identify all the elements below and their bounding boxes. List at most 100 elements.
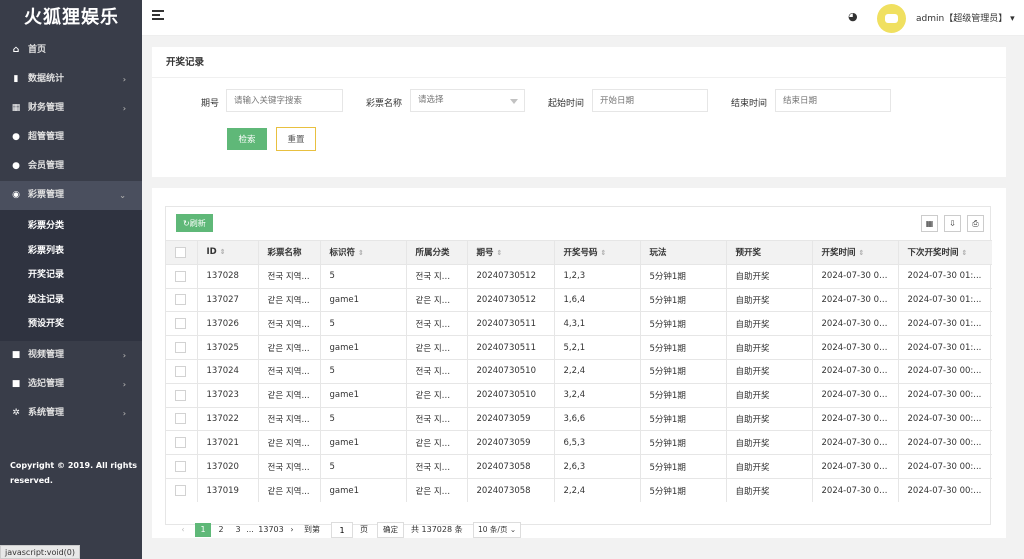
table-cell: 2024-07-30 00:...	[812, 335, 899, 360]
row-checkbox[interactable]	[175, 294, 186, 306]
table-cell: game1	[320, 287, 407, 312]
table-cell: 5分钟1期	[640, 430, 727, 455]
table-row[interactable]: 137022 전국 지역... 5 전국 지역... 2024073059 3,6,6 5分…	[166, 406, 992, 431]
page-suffix: 页	[360, 525, 368, 534]
last-page-button[interactable]: 13703	[258, 523, 284, 537]
table-cell: 自助开奖	[726, 263, 813, 289]
sidebar-item-camera[interactable]: ■ 选妃管理 ›	[0, 370, 142, 399]
sidebar-item-bar-chart[interactable]: ▮ 数据统计 ›	[0, 65, 142, 94]
next-page-button[interactable]: ›	[286, 523, 298, 537]
submenu-item[interactable]: 投注记录	[0, 288, 142, 313]
row-checkbox[interactable]	[175, 342, 186, 354]
row-checkbox[interactable]	[175, 461, 186, 473]
sidebar-nav: ⌂ 首页 ▮ 数据统计 › ▦ 财务管理 › ● 超管管理 ● 会员管理 ◉ 彩票管理 ⌄ 彩票分类 彩票列表开…	[0, 36, 142, 428]
avatar[interactable]	[877, 4, 906, 33]
chevron-icon: ›	[122, 104, 126, 113]
row-select-cell	[166, 454, 198, 479]
column-header[interactable]: 开奖时间 ⇕	[812, 240, 899, 265]
goto-page-input[interactable]	[331, 522, 353, 538]
row-select-cell	[166, 335, 198, 360]
table-row[interactable]: 137024 전국 지역... 5 전국 지역... 20240730510 2,2,4 5…	[166, 358, 992, 384]
home-icon: ⌂	[12, 45, 20, 55]
sort-icon[interactable]: ⇕	[497, 249, 503, 257]
submenu-item[interactable]: 彩票分类	[0, 214, 142, 239]
row-checkbox[interactable]	[175, 365, 186, 377]
table-row[interactable]: 137025 같은 지역... game1 같은 지역... 20240730511 5,…	[166, 335, 992, 360]
row-checkbox[interactable]	[175, 485, 186, 497]
column-header[interactable]: 下次开奖时间 ⇕	[898, 240, 992, 265]
table-cell: 2024-07-30 01:...	[898, 287, 992, 312]
table-row[interactable]: 137019 같은 지역... game1 같은 지역... 2024073058 2,2…	[166, 477, 992, 503]
filter-panel: 开奖记录 期号 彩票名称 请选择 起始时间 结束时间 检索 重置	[152, 47, 1006, 177]
table-row[interactable]: 137023 같은 지역... game1 같은 지역... 20240730510 3,…	[166, 382, 992, 408]
table-cell: game1	[320, 430, 407, 455]
table-cell: 20240730512	[467, 263, 555, 289]
page-3-button[interactable]: 3	[232, 523, 244, 537]
table-cell: game1	[320, 382, 407, 408]
column-header[interactable]: 期号 ⇕	[467, 240, 555, 265]
refresh-icon: ↻	[183, 218, 190, 228]
sidebar-item-gear[interactable]: ✲ 系统管理 ›	[0, 399, 142, 428]
end-date-input[interactable]	[775, 89, 891, 112]
per-page-select[interactable]: 10 条/页 ⌄	[473, 522, 522, 538]
table-cell: 같은 지역...	[406, 335, 468, 360]
page-1-button[interactable]: 1	[195, 523, 211, 537]
sidebar-item-video[interactable]: ■ 视频管理 ›	[0, 341, 142, 370]
refresh-button[interactable]: ↻刷新	[176, 214, 213, 232]
sidebar-item-bank[interactable]: ▦ 财务管理 ›	[0, 94, 142, 123]
prev-page-button[interactable]: ‹	[177, 523, 189, 537]
row-select-cell	[166, 263, 198, 289]
table-cell: 2024073058	[467, 454, 555, 479]
submenu-item[interactable]: 彩票列表	[0, 239, 142, 264]
sidebar-item-home[interactable]: ⌂ 首页	[0, 36, 142, 65]
start-date-input[interactable]	[592, 89, 708, 112]
export-icon[interactable]: ⇩	[944, 215, 961, 232]
table-cell: 自助开奖	[726, 430, 813, 455]
row-checkbox[interactable]	[175, 437, 186, 449]
chevron-down-icon: ▾	[1010, 14, 1015, 24]
caret-down-icon	[510, 99, 518, 104]
print-icon[interactable]: ⎙	[967, 215, 984, 232]
sort-icon[interactable]: ⇕	[358, 249, 364, 257]
columns-filter-icon[interactable]: ▦	[921, 215, 938, 232]
palette-icon[interactable]: ◕	[848, 10, 858, 23]
table-row[interactable]: 137027 같은 지역... game1 같은 지역... 20240730512 1,…	[166, 287, 992, 312]
table-row[interactable]: 137028 전국 지역... 5 전국 지역... 20240730512 1,2,3 5…	[166, 263, 992, 289]
submenu-item[interactable]: 开奖记录	[0, 263, 142, 288]
table-cell: 5分钟1期	[640, 263, 727, 289]
column-header[interactable]: 开奖号码 ⇕	[554, 240, 641, 265]
row-checkbox[interactable]	[175, 270, 186, 282]
table-row[interactable]: 137026 전국 지역... 5 전국 지역... 20240730511 4,3,1 5…	[166, 311, 992, 336]
table-cell: 전국 지역...	[406, 263, 468, 289]
goto-confirm-button[interactable]: 确定	[377, 522, 404, 538]
select-all-checkbox[interactable]	[175, 246, 186, 258]
submenu-item[interactable]: 预设开奖	[0, 312, 142, 337]
page-2-button[interactable]: 2	[215, 523, 227, 537]
row-checkbox[interactable]	[175, 413, 186, 425]
column-header[interactable]: ID ⇕	[197, 240, 259, 265]
table-cell: 전국 지역...	[406, 311, 468, 336]
table-cell: 137022	[197, 406, 259, 431]
sort-icon[interactable]: ⇕	[962, 249, 968, 257]
table-row[interactable]: 137020 전국 지역... 5 전국 지역... 2024073058 2,6,3 5分…	[166, 454, 992, 479]
table-cell: 20240730511	[467, 335, 555, 360]
table-row[interactable]: 137021 같은 지역... game1 같은 지역... 2024073059 6,5…	[166, 430, 992, 455]
sort-icon[interactable]: ⇕	[859, 249, 865, 257]
sidebar-item-users[interactable]: ● 会员管理	[0, 152, 142, 181]
sort-icon[interactable]: ⇕	[601, 249, 607, 257]
sidebar-item-gamepad[interactable]: ◉ 彩票管理 ⌄	[0, 181, 142, 210]
issue-label: 期号	[201, 99, 220, 109]
search-button[interactable]: 检索	[227, 128, 267, 150]
row-checkbox[interactable]	[175, 389, 186, 401]
lottery-name-select[interactable]: 请选择	[410, 89, 525, 112]
user-menu[interactable]: admin【超级管理员】 ▾	[916, 11, 1015, 24]
row-checkbox[interactable]	[175, 318, 186, 330]
menu-toggle-icon[interactable]	[152, 10, 164, 22]
reset-button[interactable]: 重置	[276, 127, 316, 151]
table-cell: game1	[320, 477, 407, 503]
column-header[interactable]: 标识符 ⇕	[320, 240, 407, 265]
sort-icon[interactable]: ⇕	[220, 248, 226, 256]
sidebar-item-user[interactable]: ● 超管管理	[0, 123, 142, 152]
issue-input[interactable]	[226, 89, 343, 112]
table-cell: 5	[320, 454, 407, 479]
